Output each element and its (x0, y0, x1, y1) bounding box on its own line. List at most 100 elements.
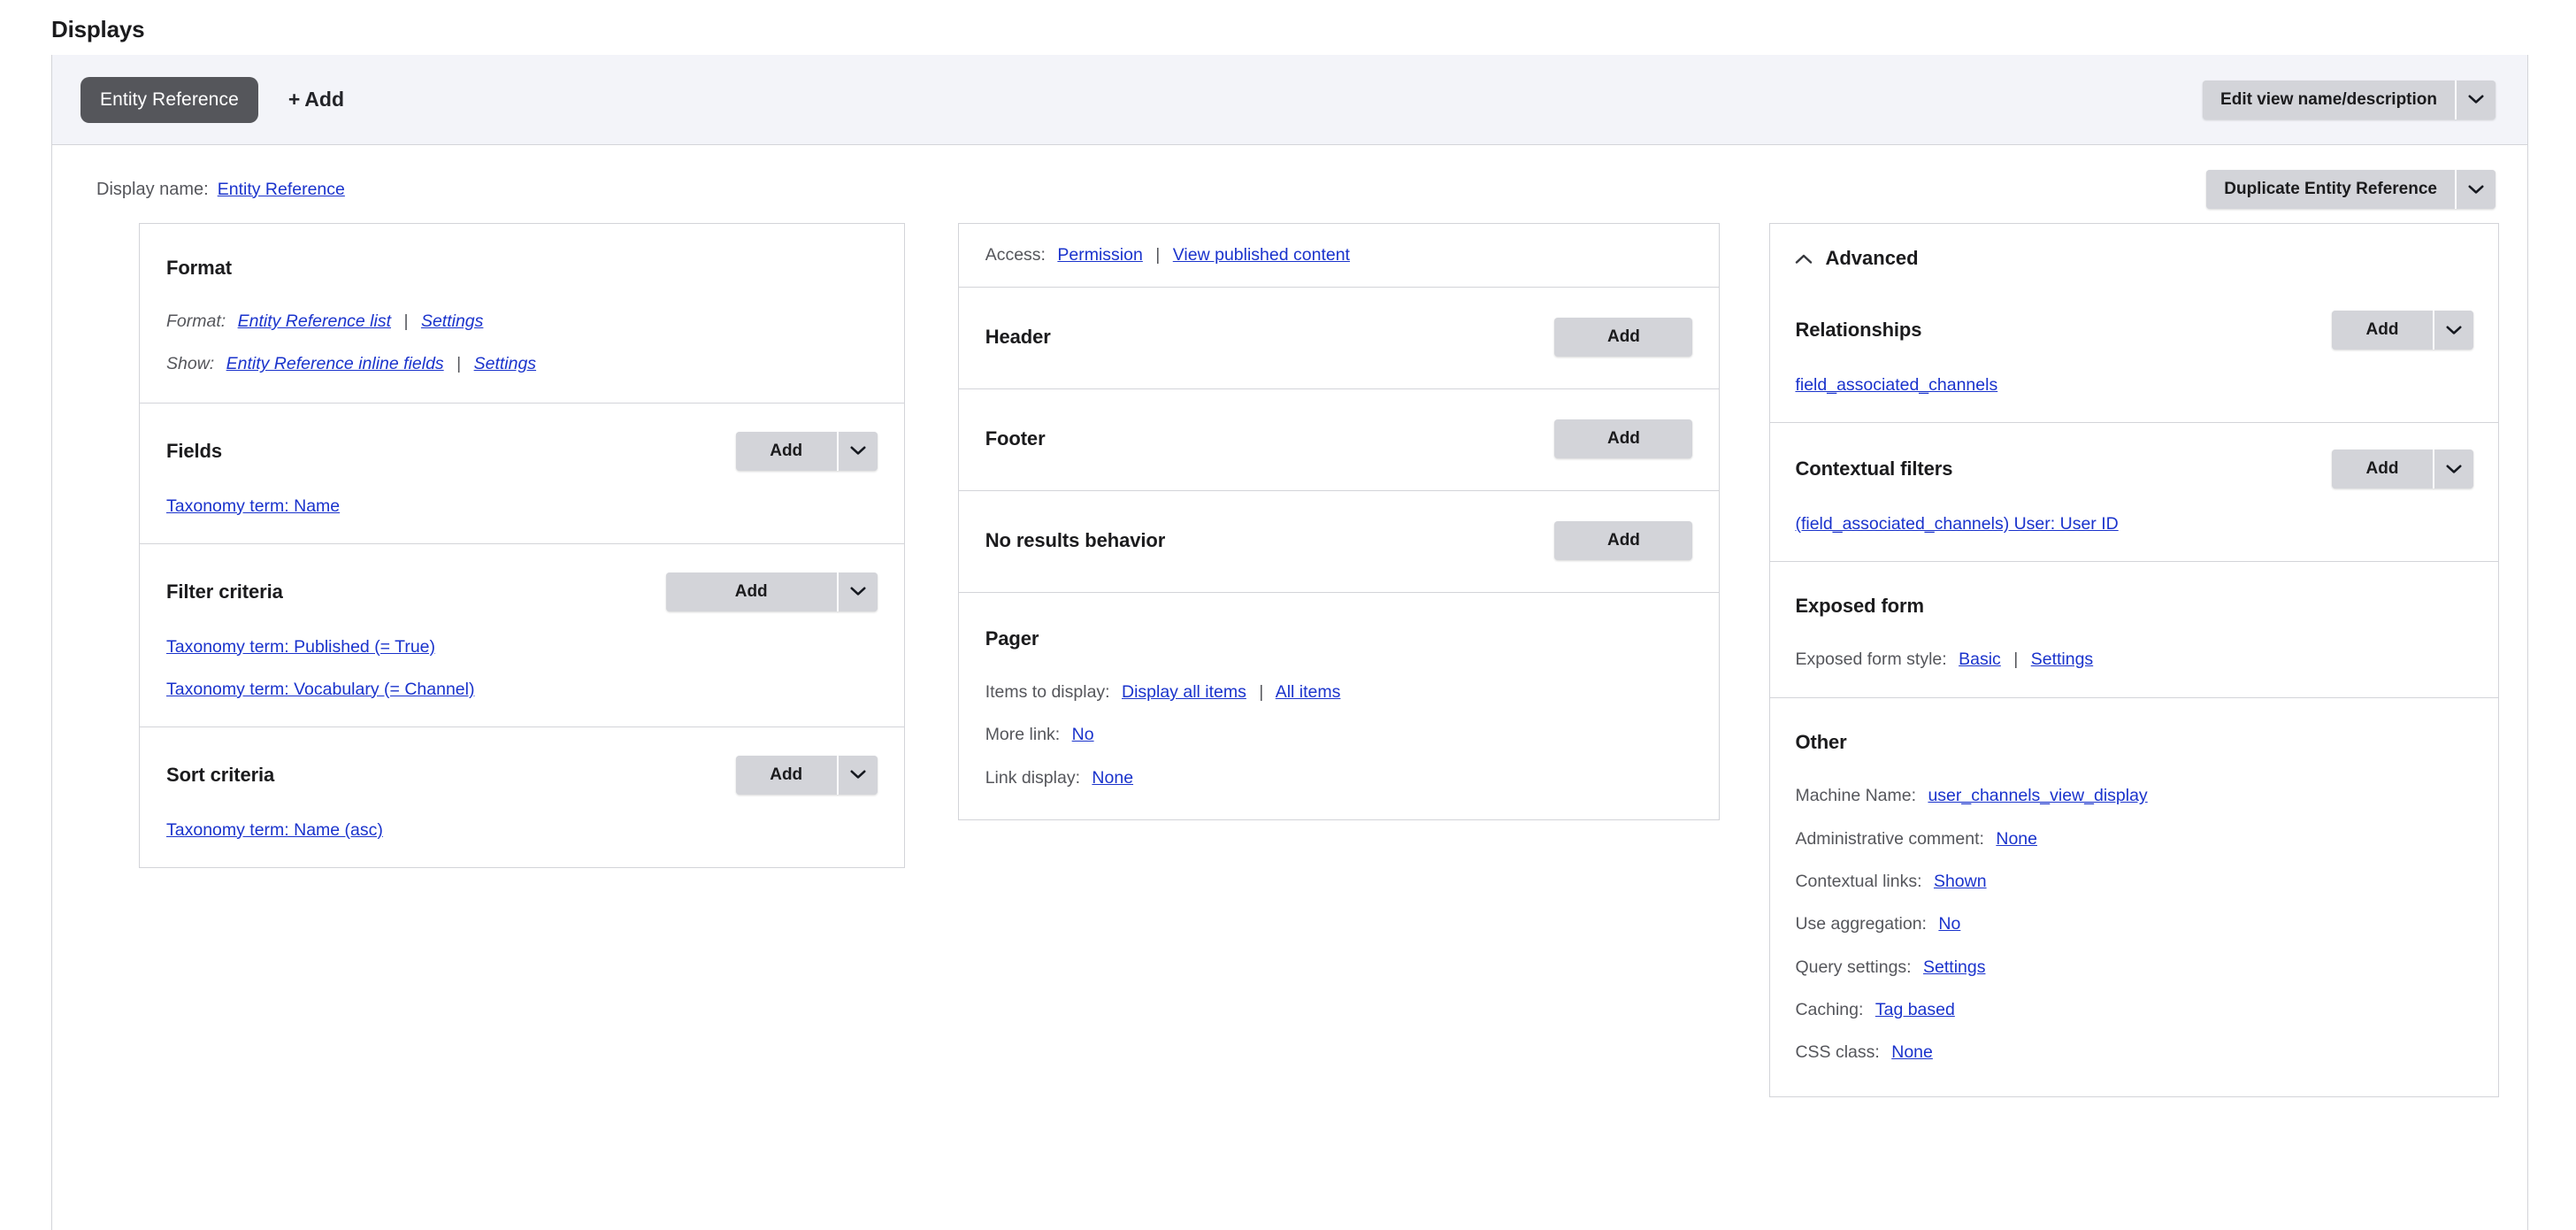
duplicate-dropdown-toggle[interactable] (2457, 170, 2496, 209)
chevron-down-icon (2446, 465, 2462, 474)
pager-link-display-row: Link display: None (985, 767, 1693, 789)
access-row: Access: Permission | View published cont… (958, 224, 1720, 288)
format-value-link[interactable]: Entity Reference list (238, 311, 391, 331)
display-tab-entity-reference[interactable]: Entity Reference (80, 76, 258, 123)
pager-items-value-link[interactable]: Display all items (1122, 682, 1246, 702)
other-caching-row: Caching: Tag based (1795, 999, 2473, 1021)
header-add-button[interactable]: Add (1554, 318, 1693, 357)
section-pager: Pager Items to display: Display all item… (959, 593, 1720, 819)
display-name-link[interactable]: Entity Reference (218, 180, 345, 200)
section-footer-head: Footer Add (985, 416, 1693, 462)
pager-all-items-link[interactable]: All items (1276, 682, 1341, 702)
display-name-label: Display name: (96, 179, 209, 199)
section-header-actions: Add (1554, 318, 1693, 357)
section-filter-criteria-head: Filter criteria Add (166, 569, 878, 615)
section-other: Other Machine Name: user_channels_view_d… (1770, 698, 2498, 1095)
pager-items-label: Items to display: (985, 682, 1110, 702)
filter-item-link[interactable]: Taxonomy term: Published (= True) (166, 637, 878, 657)
other-admin-comment-row: Administrative comment: None (1795, 828, 2473, 850)
css-class-value-link[interactable]: None (1891, 1042, 1933, 1062)
access-separator: | (1155, 245, 1161, 265)
pager-link-display-value[interactable]: None (1092, 768, 1133, 788)
contextual-filter-item-link[interactable]: (field_associated_channels) User: User I… (1795, 514, 2473, 534)
no-results-add-button[interactable]: Add (1554, 521, 1693, 560)
relationship-item-link[interactable]: field_associated_channels (1795, 375, 2473, 396)
section-other-title: Other (1795, 731, 1847, 754)
edit-view-dropbutton: Edit view name/description (2203, 80, 2496, 119)
display-settings-columns: Format Format: Entity Reference list | S… (52, 223, 2527, 1097)
pager-more-link-value[interactable]: No (1072, 725, 1094, 744)
duplicate-display-button[interactable]: Duplicate Entity Reference (2206, 170, 2457, 209)
edit-view-dropdown-toggle[interactable] (2457, 80, 2496, 119)
section-relationships: Relationships Add field_associated_chann… (1770, 289, 2498, 423)
access-permission-value-link[interactable]: View published content (1173, 245, 1350, 265)
section-no-results-head: No results behavior Add (985, 518, 1693, 564)
column-right: Advanced Relationships Add field_associa… (1769, 223, 2499, 1097)
format-separator: | (403, 311, 409, 331)
section-contextual-filters: Contextual filters Add (field_associated… (1770, 423, 2498, 562)
section-no-results-behavior: No results behavior Add (958, 491, 1720, 593)
sort-add-button[interactable]: Add (735, 755, 839, 795)
footer-add-button[interactable]: Add (1554, 419, 1693, 458)
section-sort-criteria-head: Sort criteria Add (166, 752, 878, 798)
filter-add-dropdown-toggle[interactable] (838, 572, 878, 611)
fields-add-dropbutton: Add (735, 431, 878, 471)
advanced-toggle[interactable]: Advanced (1770, 224, 2498, 289)
pager-more-link-label: More link: (985, 725, 1061, 745)
middle-panel: Access: Permission | View published cont… (957, 223, 1721, 821)
sort-item-link[interactable]: Taxonomy term: Name (asc) (166, 820, 878, 841)
section-contextual-filters-head: Contextual filters Add (1795, 446, 2473, 492)
display-name-row: Display name: Entity Reference Duplicate… (52, 145, 2527, 223)
format-settings-link[interactable]: Settings (421, 311, 483, 331)
contextual-links-value-link[interactable]: Shown (1934, 872, 1987, 891)
filter-item-link[interactable]: Taxonomy term: Vocabulary (= Channel) (166, 680, 878, 700)
relationships-add-dropdown-toggle[interactable] (2434, 311, 2473, 350)
section-sort-criteria-actions: Add (735, 755, 878, 795)
other-use-aggregation-row: Use aggregation: No (1795, 913, 2473, 935)
query-settings-value-link[interactable]: Settings (1923, 957, 1985, 977)
field-item-link[interactable]: Taxonomy term: Name (166, 496, 878, 517)
chevron-up-icon (1795, 253, 1813, 265)
contextual-filters-add-dropdown-toggle[interactable] (2434, 450, 2473, 488)
caching-label: Caching: (1795, 1000, 1864, 1020)
contextual-filters-add-dropbutton: Add (2332, 450, 2473, 488)
exposed-form-style-label: Exposed form style: (1795, 650, 1947, 669)
access-permission-link[interactable]: Permission (1057, 245, 1142, 265)
contextual-filters-add-button[interactable]: Add (2332, 450, 2434, 488)
chevron-down-icon (2468, 95, 2484, 104)
relationships-add-dropbutton: Add (2332, 311, 2473, 350)
right-panel: Advanced Relationships Add field_associa… (1769, 223, 2499, 1097)
sort-add-dropdown-toggle[interactable] (838, 755, 878, 795)
admin-comment-label: Administrative comment: (1795, 828, 1984, 849)
section-relationships-head: Relationships Add (1795, 307, 2473, 353)
filter-add-dropbutton: Add (665, 572, 878, 611)
show-separator: | (456, 354, 462, 374)
pager-link-display-label: Link display: (985, 767, 1080, 788)
section-header: Header Add (958, 288, 1720, 389)
machine-name-value-link[interactable]: user_channels_view_display (1928, 786, 2147, 805)
chevron-down-icon (850, 770, 866, 780)
admin-comment-value-link[interactable]: None (1996, 829, 2037, 849)
section-exposed-form-title: Exposed form (1795, 595, 1924, 617)
filter-add-button[interactable]: Add (665, 572, 839, 611)
edit-view-name-description-button[interactable]: Edit view name/description (2203, 80, 2457, 119)
exposed-form-settings-link[interactable]: Settings (2031, 650, 2093, 669)
show-value-link[interactable]: Entity Reference inline fields (226, 354, 444, 373)
add-display-button[interactable]: + Add (278, 79, 355, 120)
section-relationships-title: Relationships (1795, 319, 1922, 341)
exposed-form-style-value-link[interactable]: Basic (1959, 650, 2001, 669)
show-settings-link[interactable]: Settings (474, 354, 536, 373)
caching-value-link[interactable]: Tag based (1875, 1000, 1955, 1019)
other-machine-name-row: Machine Name: user_channels_view_display (1795, 785, 2473, 807)
section-fields-title: Fields (166, 439, 222, 462)
pager-items-separator: | (1259, 682, 1264, 702)
query-settings-label: Query settings: (1795, 957, 1912, 977)
column-left: Format Format: Entity Reference list | S… (139, 223, 905, 868)
section-no-results-actions: Add (1554, 521, 1693, 560)
fields-add-dropdown-toggle[interactable] (838, 431, 878, 471)
section-format-head: Format (166, 249, 878, 288)
relationships-add-button[interactable]: Add (2332, 311, 2434, 350)
use-aggregation-value-link[interactable]: No (1938, 914, 1960, 934)
fields-add-button[interactable]: Add (735, 431, 839, 471)
chevron-down-icon (850, 446, 866, 456)
